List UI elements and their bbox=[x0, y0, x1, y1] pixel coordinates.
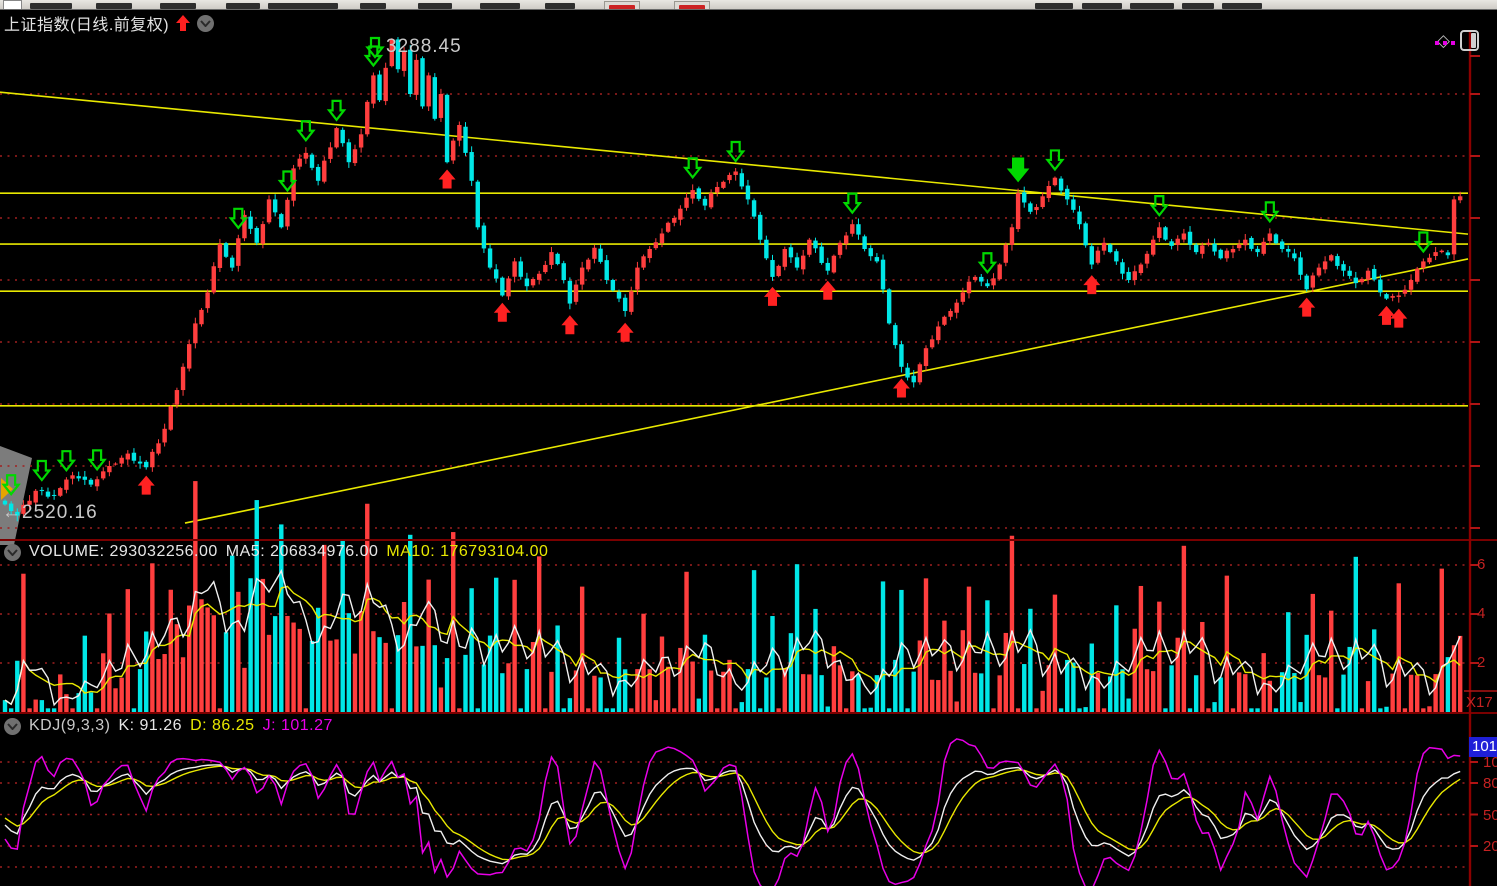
trend-up-arrow-icon[interactable] bbox=[176, 15, 190, 31]
chart-canvas[interactable] bbox=[0, 0, 1497, 886]
left-edge-decor bbox=[0, 446, 32, 545]
chart-title: 上证指数(日线.前复权) bbox=[4, 11, 169, 35]
volume-value-label: VOLUME: 293032256.00 bbox=[29, 543, 218, 561]
volume-pane-header: VOLUME: 293032256.00 MA5: 206834976.00 M… bbox=[4, 543, 548, 561]
kdj-j-label: J: 101.27 bbox=[263, 717, 333, 735]
more-dots-icon[interactable] bbox=[1435, 41, 1455, 45]
axes-layer bbox=[0, 30, 1497, 886]
volume-tick-label: 4 bbox=[1477, 605, 1485, 622]
peak-price-label: 3288.45 bbox=[386, 36, 462, 58]
volume-unit-label: X17 bbox=[1466, 694, 1493, 711]
collapse-volume-pane-icon[interactable] bbox=[4, 544, 21, 561]
volume-ma5-label: MA5: 206834976.00 bbox=[226, 543, 379, 561]
volume-ma-lines bbox=[5, 571, 1460, 705]
candles-layer bbox=[3, 37, 1463, 521]
chart-titlebar: 上证指数(日线.前复权) bbox=[4, 11, 214, 35]
low-price-label: ←2520.16 bbox=[2, 502, 98, 524]
kdj-current-value-badge: 101 bbox=[1469, 737, 1497, 757]
yellow-trendlines bbox=[0, 92, 1468, 523]
collapse-kdj-pane-icon[interactable] bbox=[4, 718, 21, 735]
volume-tick-label: 6 bbox=[1477, 556, 1485, 573]
kdj-tick-label: 80 bbox=[1483, 775, 1497, 792]
collapse-main-pane-icon[interactable] bbox=[197, 15, 214, 32]
kdj-pane-header: KDJ(9,3,3) K: 91.26 D: 86.25 J: 101.27 bbox=[4, 717, 333, 735]
kdj-name-label: KDJ(9,3,3) bbox=[29, 717, 110, 735]
volume-tick-label: 2 bbox=[1477, 654, 1485, 671]
kdj-tick-label: 50 bbox=[1483, 807, 1497, 824]
volume-ma10-label: MA10: 176793104.00 bbox=[386, 543, 548, 561]
kdj-tick-label: 20 bbox=[1483, 838, 1497, 855]
kdj-d-label: D: 86.25 bbox=[190, 717, 254, 735]
main-gridlines bbox=[0, 94, 1470, 867]
panel-toggle-icon[interactable] bbox=[1460, 30, 1479, 51]
kdj-lines bbox=[5, 739, 1460, 886]
kdj-k-label: K: 91.26 bbox=[118, 717, 182, 735]
app-window: 上证指数(日线.前复权) ◇ 3288.45 ←2520.16 VOLUME: … bbox=[0, 0, 1497, 886]
